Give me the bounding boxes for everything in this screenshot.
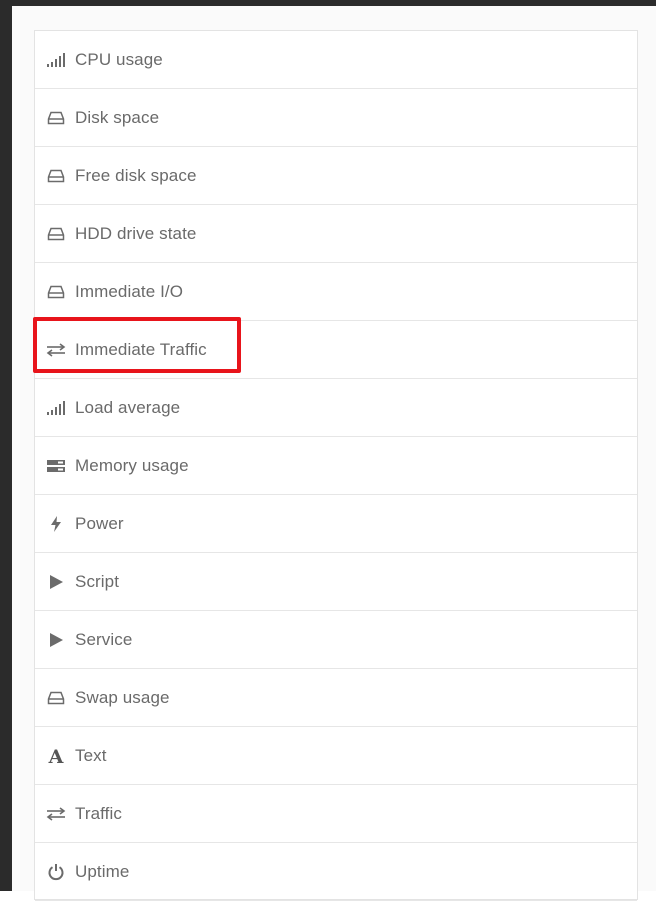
list-item-immediate-io[interactable]: Immediate I/O	[35, 263, 637, 321]
list-item-label: Script	[75, 571, 120, 591]
swap-arrows-icon	[45, 806, 67, 822]
list-item-cpu-usage[interactable]: CPU usage	[35, 31, 637, 89]
drive-icon	[45, 690, 67, 706]
list-item-load-average[interactable]: Load average	[35, 379, 637, 437]
list-item-immediate-traffic[interactable]: Immediate Traffic	[35, 321, 637, 379]
list-item-label: Immediate I/O	[75, 281, 184, 301]
list-item-label: Service	[75, 629, 133, 649]
list-item-label: Memory usage	[75, 455, 189, 475]
play-icon	[45, 574, 67, 590]
list-item-service[interactable]: Service	[35, 611, 637, 669]
list-item-label: Traffic	[75, 803, 122, 823]
list-item-label: Immediate Traffic	[75, 339, 207, 359]
list-item-label: Text	[75, 745, 107, 765]
signal-bars-icon	[45, 52, 67, 68]
drive-icon	[45, 110, 67, 126]
power-icon	[45, 863, 67, 880]
list-item-label: Load average	[75, 397, 181, 417]
list-item-disk-space[interactable]: Disk space	[35, 89, 637, 147]
list-item-label: Swap usage	[75, 687, 170, 707]
play-icon	[45, 632, 67, 648]
list-item-memory-usage[interactable]: Memory usage	[35, 437, 637, 495]
list-item-hdd-drive-state[interactable]: HDD drive state	[35, 205, 637, 263]
drive-icon	[45, 284, 67, 300]
widget-type-list: CPU usage Disk space Free disk space HDD…	[35, 31, 637, 901]
list-item-free-disk-space[interactable]: Free disk space	[35, 147, 637, 205]
drive-icon	[45, 168, 67, 184]
list-item-swap-usage[interactable]: Swap usage	[35, 669, 637, 727]
list-item-label: Power	[75, 513, 124, 533]
svg-text:A: A	[48, 747, 64, 765]
list-item-label: Disk space	[75, 107, 160, 127]
text-icon: A	[45, 747, 67, 765]
list-item-script[interactable]: Script	[35, 553, 637, 611]
list-item-text[interactable]: A Text	[35, 727, 637, 785]
lightning-icon	[45, 515, 67, 532]
memory-icon	[45, 458, 67, 474]
list-item-traffic[interactable]: Traffic	[35, 785, 637, 843]
list-item-uptime[interactable]: Uptime	[35, 843, 637, 901]
widget-type-panel: CPU usage Disk space Free disk space HDD…	[34, 30, 638, 901]
list-item-power[interactable]: Power	[35, 495, 637, 553]
swap-arrows-icon	[45, 342, 67, 358]
list-item-label: Free disk space	[75, 165, 197, 185]
signal-bars-icon	[45, 400, 67, 416]
drive-icon	[45, 226, 67, 242]
list-item-label: HDD drive state	[75, 223, 197, 243]
list-item-label: CPU usage	[75, 49, 163, 69]
list-item-label: Uptime	[75, 861, 130, 881]
